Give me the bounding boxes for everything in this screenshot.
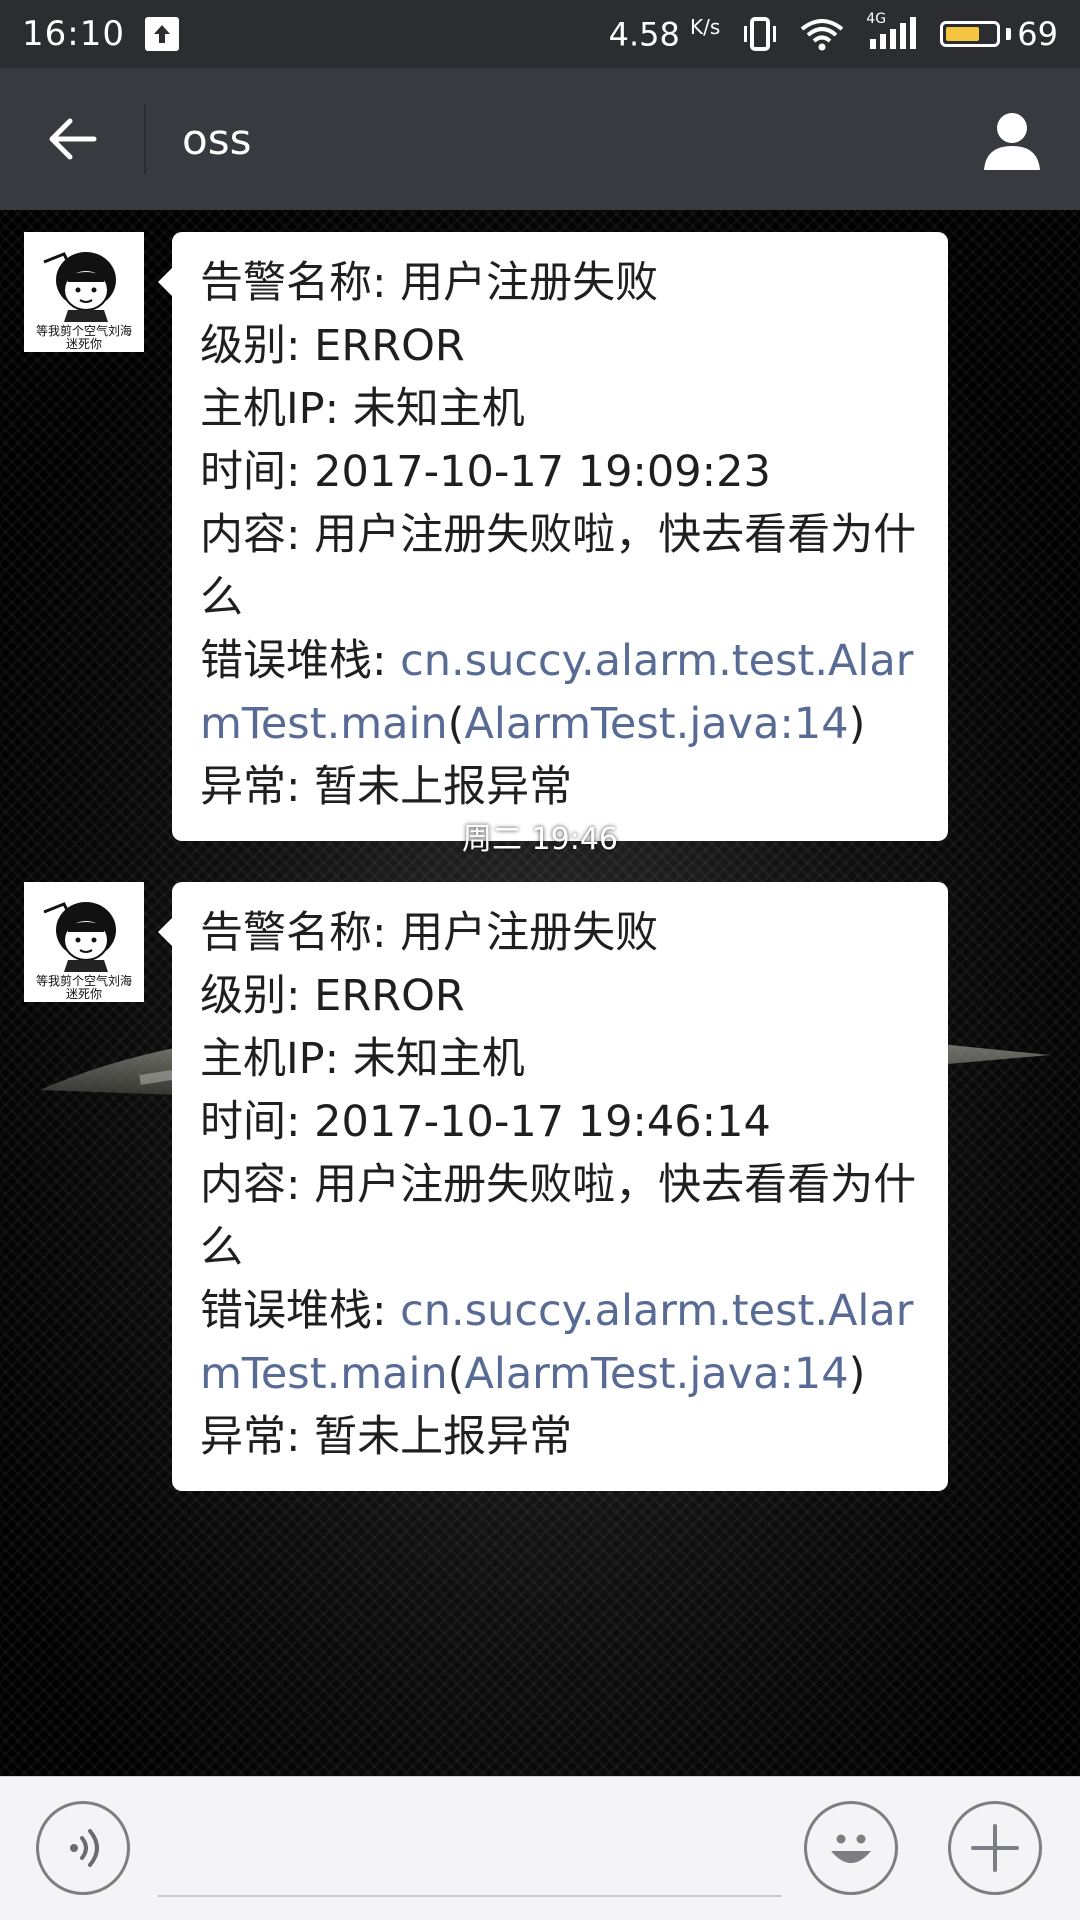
level-line: 级别: ERROR [200, 321, 465, 371]
voice-button[interactable] [36, 1801, 130, 1895]
time-line: 时间: 2017-10-17 19:09:23 [200, 447, 771, 497]
emoji-icon [831, 1834, 871, 1863]
plus-icon [971, 1824, 1019, 1872]
profile-button[interactable] [972, 100, 1052, 180]
input-bar [0, 1776, 1080, 1920]
message-bubble[interactable]: 告警名称: 用户注册失败 级别: ERROR 主机IP: 未知主机 时间: 20… [158, 232, 948, 841]
title-divider [144, 104, 146, 174]
stack-file-link[interactable]: AlarmTest.java:14 [464, 699, 848, 749]
timestamp-divider: 周二 19:46 [462, 822, 618, 857]
avatar-caption: 迷死你 [66, 987, 102, 1001]
exception-line: 异常: 暂未上报异常 [200, 1412, 573, 1462]
chat-area[interactable]: 等我剪个空气刘海 迷死你 告警名称: 用户注册失败 级别: ERROR 主机IP… [0, 210, 1080, 1776]
avatar-meme-image: 等我剪个空气刘海 迷死你 [24, 882, 144, 1002]
avatar[interactable]: 等我剪个空气刘海 迷死你 [24, 232, 144, 352]
back-button[interactable] [0, 68, 144, 210]
avatar-meme-image: 等我剪个空气刘海 迷死你 [24, 232, 144, 352]
alarm-name-line: 告警名称: 用户注册失败 [200, 258, 659, 308]
network-speed: 4.58 K/s [608, 14, 721, 54]
message-bubble[interactable]: 告警名称: 用户注册失败 级别: ERROR 主机IP: 未知主机 时间: 20… [158, 882, 948, 1491]
level-line: 级别: ERROR [200, 971, 465, 1021]
message-input[interactable] [158, 1807, 782, 1897]
stack-file-link[interactable]: AlarmTest.java:14 [464, 1349, 848, 1399]
voice-icon [70, 1829, 99, 1867]
host-line: 主机IP: 未知主机 [200, 1034, 525, 1084]
wifi-icon [800, 17, 844, 51]
emoji-button[interactable] [804, 1801, 898, 1895]
battery-level: 69 [1017, 15, 1058, 53]
stack-line: 错误堆栈: cn.succy.alarm.test.AlarmTest.main… [200, 1286, 914, 1399]
vibrate-icon [742, 17, 778, 51]
host-line: 主机IP: 未知主机 [200, 384, 525, 434]
avatar-caption: 等我剪个空气刘海 [36, 323, 132, 338]
exception-line: 异常: 暂未上报异常 [200, 762, 573, 812]
upload-icon [144, 17, 179, 51]
alarm-name-line: 告警名称: 用户注册失败 [200, 908, 659, 958]
more-button[interactable] [948, 1801, 1042, 1895]
time-line: 时间: 2017-10-17 19:46:14 [200, 1097, 771, 1147]
battery-icon: 69 [940, 15, 1058, 53]
network-type: 4G [866, 11, 887, 27]
content-line: 内容: 用户注册失败啦，快去看看为什么 [200, 510, 917, 623]
avatar-caption: 迷死你 [66, 337, 102, 351]
person-icon [984, 113, 1040, 170]
avatar[interactable]: 等我剪个空气刘海 迷死你 [24, 882, 144, 1002]
chat-title: oss [182, 114, 252, 164]
status-time: 16:10 [22, 14, 125, 54]
signal-icon: 4G [866, 11, 918, 51]
title-bar: oss [0, 68, 1080, 210]
content-line: 内容: 用户注册失败啦，快去看看为什么 [200, 1160, 917, 1273]
avatar-caption: 等我剪个空气刘海 [36, 973, 132, 988]
stack-line: 错误堆栈: cn.succy.alarm.test.AlarmTest.main… [200, 636, 914, 749]
arrow-left-icon [49, 118, 97, 160]
status-bar: 16:10 4.58 K/s 4G 69 [0, 0, 1080, 68]
